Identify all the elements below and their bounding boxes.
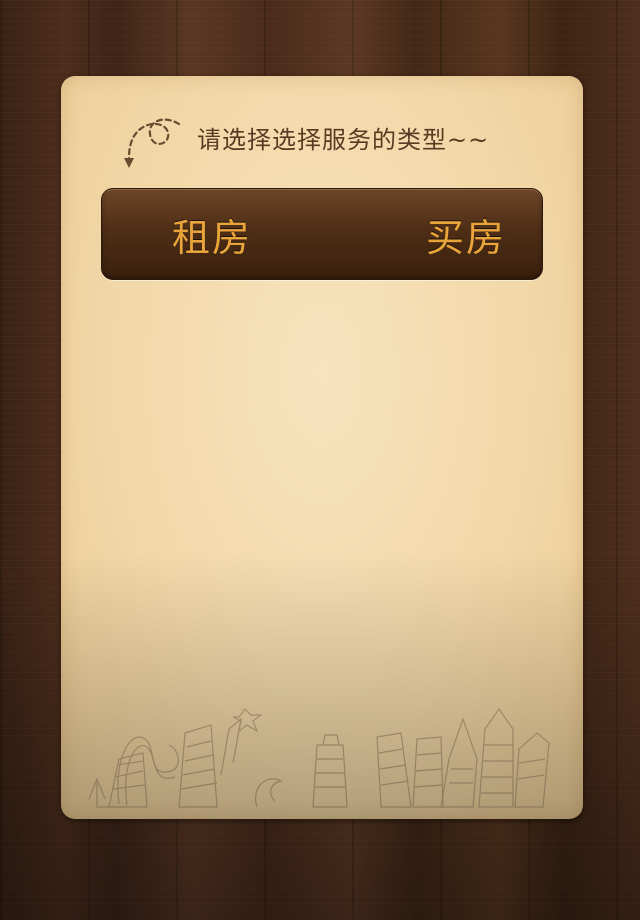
rent-option-button[interactable]: 租房 (102, 189, 339, 279)
city-skyline-illustration (88, 707, 550, 808)
service-type-segmented-control: 租房 买房 (101, 188, 543, 280)
prompt-text: 请选择选择服务的类型~~ (197, 126, 490, 154)
service-type-card: 请选择选择服务的类型~~ 租房 买房 (61, 76, 583, 819)
prompt-row: 请选择选择服务的类型~~ (123, 116, 563, 176)
buy-option-button[interactable]: 买房 (339, 189, 542, 279)
curl-arrow-icon (124, 118, 181, 168)
